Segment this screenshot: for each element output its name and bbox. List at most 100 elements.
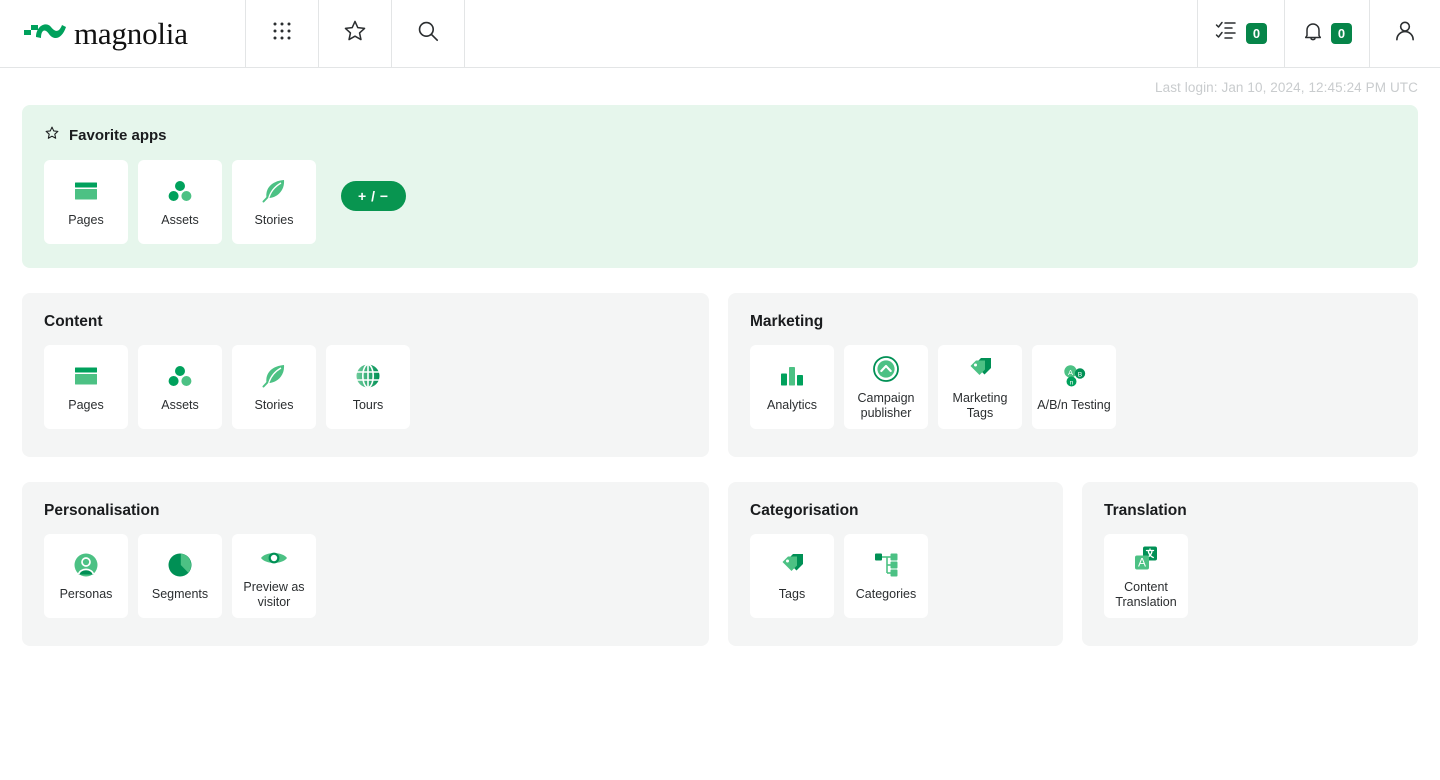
group-title: Personalisation xyxy=(44,502,160,519)
app-tile-label: Campaign publisher xyxy=(857,391,915,420)
group-tiles: Analytics Campaign publisher Marketing T… xyxy=(750,345,1396,429)
group-panel-content: Content Pages Assets Stories Tours xyxy=(22,293,709,457)
top-navigation-bar: magnolia 0 0 xyxy=(0,0,1440,68)
notifications-button[interactable]: 0 xyxy=(1285,0,1370,67)
stories-feather-icon xyxy=(259,361,289,391)
pages-icon xyxy=(71,176,101,206)
user-menu-button[interactable] xyxy=(1370,0,1440,67)
app-tile-preview-as-visitor[interactable]: Preview as visitor xyxy=(232,534,316,618)
favorites-button[interactable] xyxy=(319,0,392,67)
app-tile-label: Tours xyxy=(352,398,384,413)
app-tile-assets[interactable]: Assets xyxy=(138,345,222,429)
dashboard-row-2: Personalisation Personas Segments Previe… xyxy=(22,482,1418,646)
magnolia-logo[interactable]: magnolia xyxy=(0,0,246,67)
notifications-count-badge: 0 xyxy=(1331,23,1352,44)
campaign-publish-icon xyxy=(871,354,901,384)
svg-text:A: A xyxy=(1068,368,1073,377)
favorite-apps-header: Favorite apps xyxy=(44,125,1396,146)
app-tile-label: Stories xyxy=(254,213,294,228)
tree-hierarchy-icon xyxy=(871,550,901,580)
group-tiles: Personas Segments Preview as visitor xyxy=(44,534,687,618)
marketing-tags-icon xyxy=(965,354,995,384)
abn-testing-icon: A B n xyxy=(1059,361,1089,391)
group-panel-personalisation: Personalisation Personas Segments Previe… xyxy=(22,482,709,646)
app-tile-label: Stories xyxy=(254,398,294,413)
pages-icon xyxy=(71,361,101,391)
group-title: Categorisation xyxy=(750,502,859,519)
favorite-apps-panel: Favorite apps Pages Assets Stories + / − xyxy=(22,105,1418,268)
stories-feather-icon xyxy=(259,176,289,206)
user-avatar-icon xyxy=(1392,18,1418,49)
app-tile-label: Marketing Tags xyxy=(952,391,1008,420)
favorite-apps-title: Favorite apps xyxy=(69,127,167,144)
assets-icon xyxy=(165,176,195,206)
tasks-checklist-icon xyxy=(1215,20,1239,47)
apps-launcher-button[interactable] xyxy=(246,0,319,67)
app-tile-content-translation[interactable]: A Content Translation xyxy=(1104,534,1188,618)
dashboard-body: Last login: Jan 10, 2024, 12:45:24 PM UT… xyxy=(0,68,1440,780)
group-title: Marketing xyxy=(750,313,824,330)
bar-chart-icon xyxy=(777,361,807,391)
topbar-spacer xyxy=(465,0,1198,67)
app-tile-stories[interactable]: Stories xyxy=(232,345,316,429)
magnolia-wave-logo-icon xyxy=(22,17,66,50)
group-tiles: A Content Translation xyxy=(1104,534,1396,618)
bell-icon xyxy=(1302,20,1324,48)
app-tile-assets[interactable]: Assets xyxy=(138,160,222,244)
group-title: Content xyxy=(44,313,103,330)
app-tile-label: Pages xyxy=(68,398,104,413)
last-login-status: Last login: Jan 10, 2024, 12:45:24 PM UT… xyxy=(1154,80,1418,95)
app-tile-label: Assets xyxy=(161,398,199,413)
svg-text:A: A xyxy=(1138,556,1146,570)
grid-dots-icon xyxy=(271,20,293,47)
svg-text:B: B xyxy=(1078,372,1083,379)
svg-text:n: n xyxy=(1070,380,1074,387)
star-outline-icon xyxy=(342,18,368,49)
app-tile-analytics[interactable]: Analytics xyxy=(750,345,834,429)
app-tile-segments[interactable]: Segments xyxy=(138,534,222,618)
persona-avatar-icon xyxy=(71,550,101,580)
app-tile-tags[interactable]: Tags xyxy=(750,534,834,618)
search-button[interactable] xyxy=(392,0,465,67)
app-tile-stories[interactable]: Stories xyxy=(232,160,316,244)
app-tile-marketing-tags[interactable]: Marketing Tags xyxy=(938,345,1022,429)
globe-icon xyxy=(353,361,383,391)
app-tile-label: Segments xyxy=(151,587,209,602)
magnolia-admin-dashboard: magnolia 0 0 Last login: Jan 10, 2024, 1… xyxy=(0,0,1440,780)
app-tile-categories[interactable]: Categories xyxy=(844,534,928,618)
edit-favorites-button[interactable]: + / − xyxy=(341,181,406,211)
app-tile-label: Content Translation xyxy=(1115,580,1177,609)
tag-icon xyxy=(777,550,807,580)
app-tile-label: Preview as visitor xyxy=(243,580,305,609)
app-tile-abn-testing[interactable]: A B n A/B/n Testing xyxy=(1032,345,1116,429)
tasks-count-badge: 0 xyxy=(1246,23,1267,44)
star-outline-icon xyxy=(44,125,60,146)
tasks-button[interactable]: 0 xyxy=(1198,0,1285,67)
search-icon xyxy=(415,18,441,49)
app-tile-label: Analytics xyxy=(766,398,818,413)
group-tiles: Tags Categories xyxy=(750,534,1041,618)
app-tile-label: Categories xyxy=(855,587,917,602)
dashboard-row-1: Content Pages Assets Stories Tours Marke… xyxy=(22,293,1418,457)
app-tile-tours[interactable]: Tours xyxy=(326,345,410,429)
group-panel-marketing: Marketing Analytics Campaign publisher M… xyxy=(728,293,1418,457)
group-panel-categorisation: Categorisation Tags Categories xyxy=(728,482,1063,646)
group-panel-translation: Translation A Content Translation xyxy=(1082,482,1418,646)
app-tile-personas[interactable]: Personas xyxy=(44,534,128,618)
app-tile-label: Pages xyxy=(68,213,104,228)
app-tile-pages[interactable]: Pages xyxy=(44,160,128,244)
assets-icon xyxy=(165,361,195,391)
brand-name: magnolia xyxy=(74,15,188,51)
group-title: Translation xyxy=(1104,502,1187,519)
app-tile-label: A/B/n Testing xyxy=(1037,398,1111,413)
group-tiles: Pages Assets Stories Tours xyxy=(44,345,687,429)
favorite-apps-tiles: Pages Assets Stories + / − xyxy=(44,160,1396,244)
app-tile-label: Tags xyxy=(778,587,806,602)
app-tile-pages[interactable]: Pages xyxy=(44,345,128,429)
eye-icon xyxy=(259,543,289,573)
app-tile-campaign-publisher[interactable]: Campaign publisher xyxy=(844,345,928,429)
content-translation-icon: A xyxy=(1131,543,1161,573)
app-tile-label: Personas xyxy=(59,587,113,602)
app-tile-label: Assets xyxy=(161,213,199,228)
pie-chart-icon xyxy=(165,550,195,580)
